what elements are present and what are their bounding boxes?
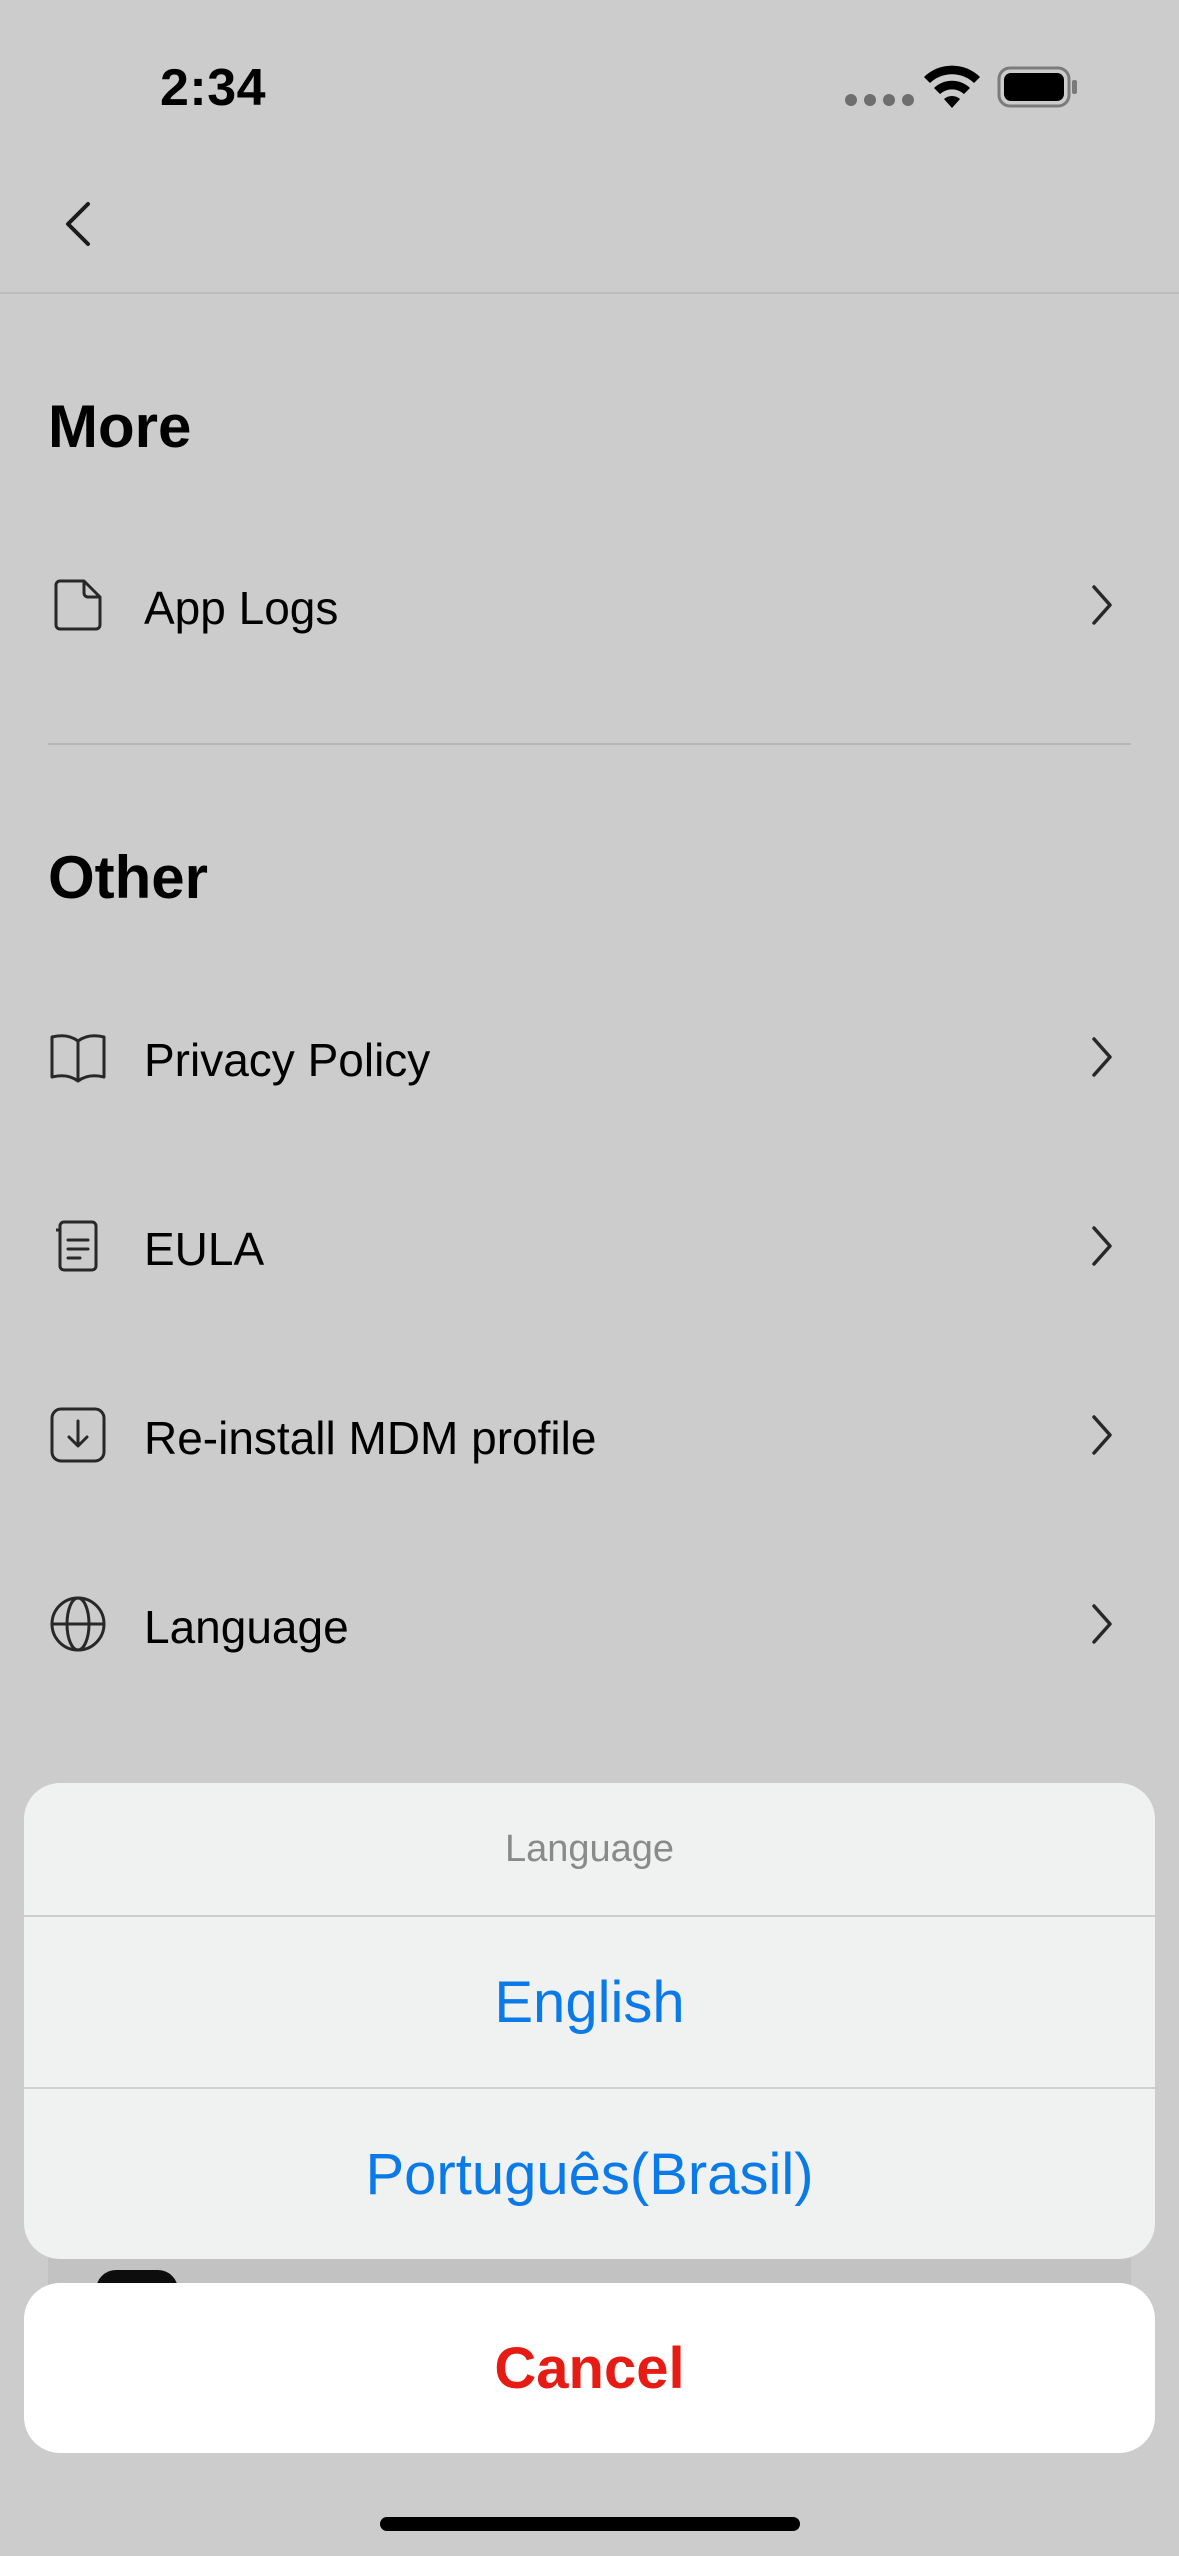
settings-screen: 2:34 More App Logs Other Privacy Policy … — [0, 0, 1179, 2556]
action-sheet-title: Language — [504, 1827, 675, 1870]
action-sheet: Language English Português(Brasil) — [24, 1783, 1155, 2259]
option-portuguese-brasil[interactable]: Português(Brasil) — [24, 2089, 1155, 2259]
option-english[interactable]: English — [24, 1917, 1155, 2087]
home-indicator[interactable] — [380, 2517, 800, 2531]
cancel-button[interactable]: Cancel — [24, 2283, 1155, 2453]
